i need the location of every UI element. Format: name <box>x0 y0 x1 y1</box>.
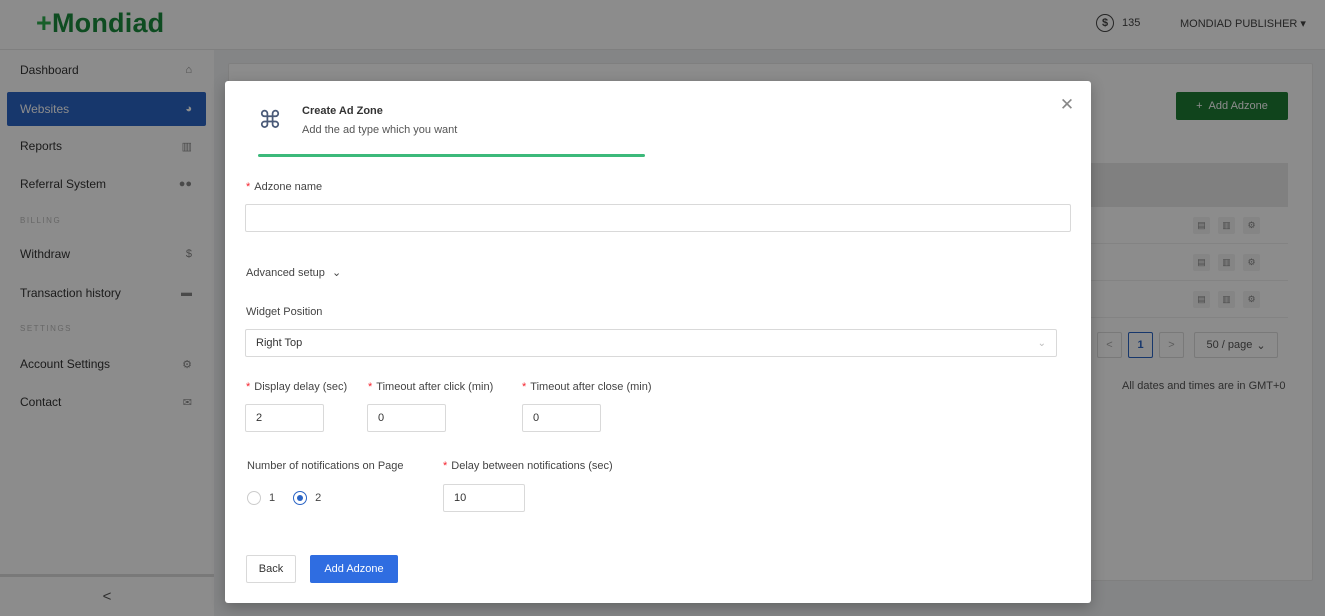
chevron-down-icon: ⌄ <box>331 267 342 279</box>
create-ad-zone-modal: ✕ ⌘ Create Ad Zone Add the ad type which… <box>225 81 1091 603</box>
modal-subtitle: Add the ad type which you want <box>302 124 458 136</box>
add-adzone-button[interactable]: Add Adzone <box>310 555 398 583</box>
advanced-setup-toggle[interactable]: Advanced setup ⌄ <box>246 266 341 279</box>
timeout-after-close-label: * Timeout after close (min) <box>522 381 652 393</box>
chevron-down-icon: ⌄ <box>1037 337 1046 349</box>
delay-between-input[interactable] <box>443 484 525 512</box>
delay-between-label: * Delay between notifications (sec) <box>443 460 613 472</box>
radio-option-2[interactable] <box>293 491 308 505</box>
radio-option-1[interactable] <box>247 491 261 505</box>
timeout-after-close-input[interactable] <box>522 404 601 432</box>
notifications-count-radio-group: 1 2 <box>247 491 321 505</box>
display-delay-input[interactable] <box>245 404 324 432</box>
command-icon: ⌘ <box>258 107 282 134</box>
notifications-count-label: Number of notifications on Page <box>247 460 404 472</box>
modal-title: Create Ad Zone <box>302 105 383 117</box>
adzone-name-label: * Adzone name <box>246 181 323 193</box>
timeout-after-click-input[interactable] <box>367 404 446 432</box>
widget-position-select[interactable]: Right Top ⌄ <box>245 329 1057 357</box>
adzone-name-input[interactable] <box>245 204 1071 232</box>
display-delay-label: * Display delay (sec) <box>246 381 348 393</box>
close-icon[interactable]: ✕ <box>1059 96 1075 113</box>
back-button[interactable]: Back <box>246 555 296 583</box>
timeout-after-click-label: * Timeout after click (min) <box>368 381 494 393</box>
widget-position-label: Widget Position <box>246 306 323 318</box>
progress-bar <box>258 154 645 157</box>
